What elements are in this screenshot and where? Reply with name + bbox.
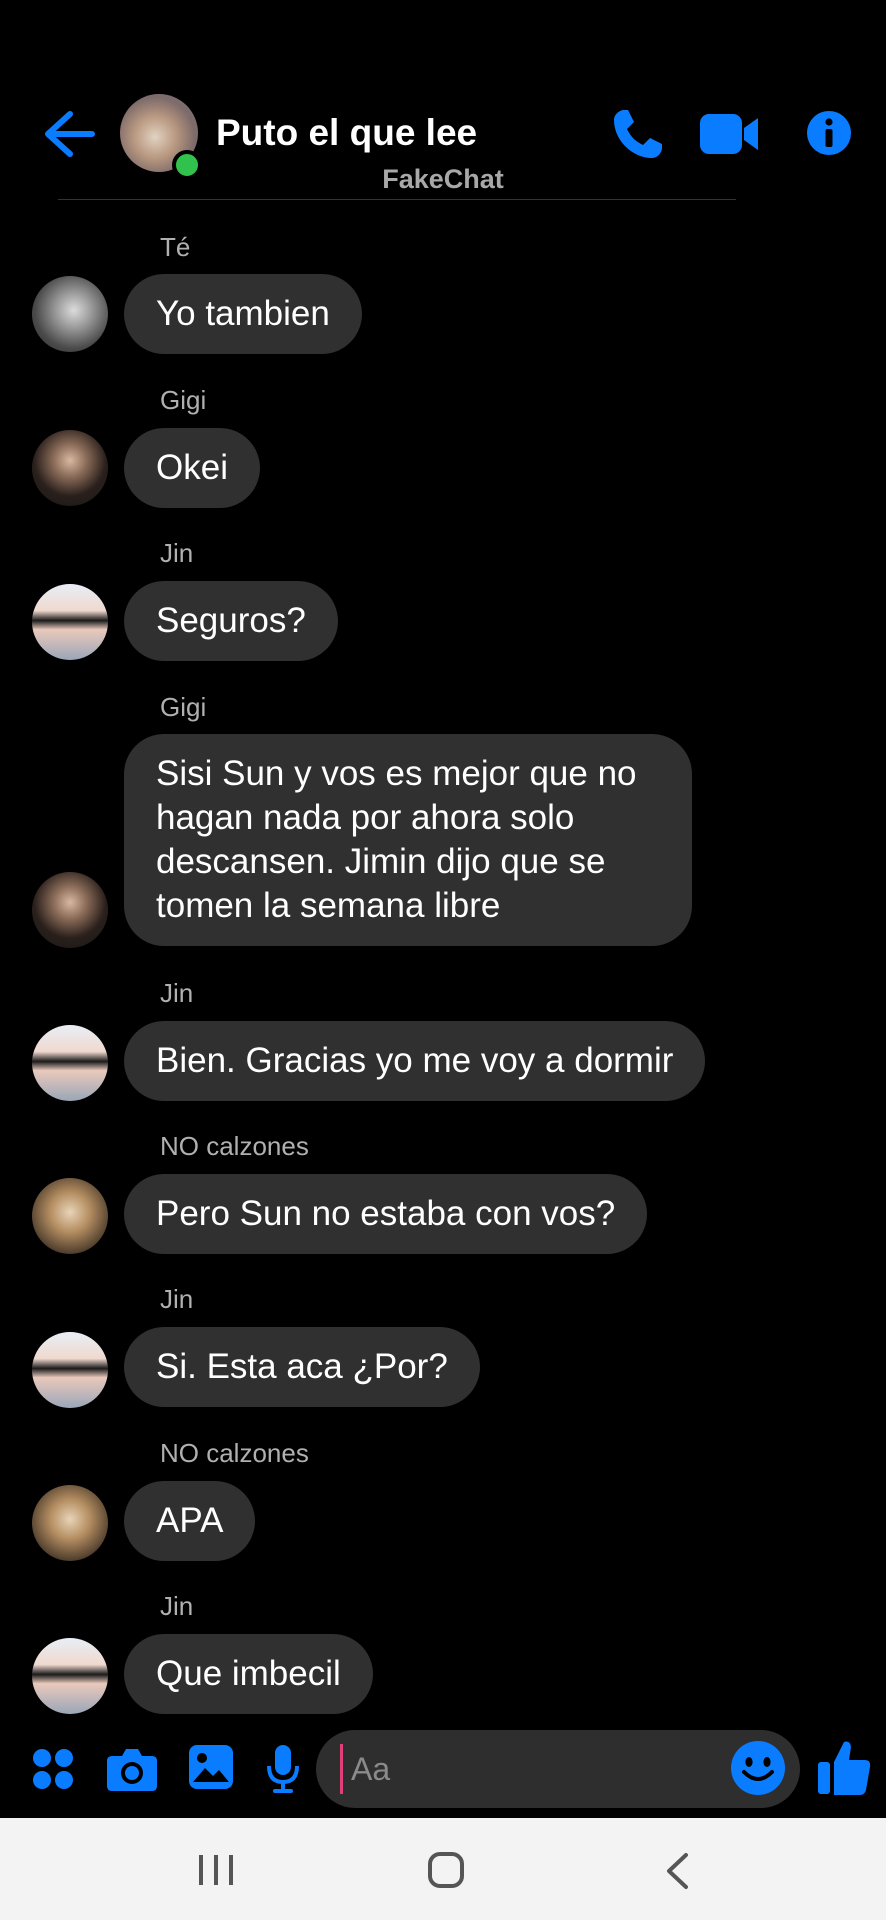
camera-icon[interactable] xyxy=(106,1746,158,1792)
gallery-icon[interactable] xyxy=(188,1744,234,1790)
recents-icon[interactable] xyxy=(196,1854,236,1886)
nav-back-icon[interactable] xyxy=(664,1852,690,1890)
sender-name: NO calzones xyxy=(160,1131,309,1161)
avatar[interactable] xyxy=(32,1638,108,1714)
microphone-icon[interactable] xyxy=(266,1744,300,1794)
apps-grid-icon[interactable] xyxy=(32,1748,74,1790)
back-arrow-icon[interactable] xyxy=(40,108,96,160)
message-bubble[interactable]: Sisi Sun y vos es mejor que no hagan nad… xyxy=(124,734,692,946)
sender-name: NO calzones xyxy=(160,1438,309,1468)
sender-name: Jin xyxy=(160,1284,194,1314)
system-nav-bar xyxy=(0,1818,886,1920)
chat-header: Puto el que lee FakeChat xyxy=(0,0,886,200)
message-bubble[interactable]: Okei xyxy=(124,428,260,508)
avatar[interactable] xyxy=(32,1025,108,1101)
phone-icon[interactable] xyxy=(610,106,666,162)
emoji-icon[interactable] xyxy=(730,1740,786,1796)
thumbs-up-icon[interactable] xyxy=(816,1738,872,1798)
home-icon[interactable] xyxy=(428,1852,464,1888)
avatar[interactable] xyxy=(32,872,108,948)
sender-name: Jin xyxy=(160,1591,194,1621)
avatar[interactable] xyxy=(32,276,108,352)
video-camera-icon[interactable] xyxy=(700,112,760,156)
message-bubble[interactable]: Seguros? xyxy=(124,581,338,661)
sender-name: Té xyxy=(160,232,191,262)
sender-name: Gigi xyxy=(160,385,207,415)
message-bubble[interactable]: Que imbecil xyxy=(124,1634,373,1714)
sender-name: Jin xyxy=(160,538,194,568)
message-bubble[interactable]: Si. Esta aca ¿Por? xyxy=(124,1327,480,1407)
message-bubble[interactable]: Bien. Gracias yo me voy a dormir xyxy=(124,1021,706,1101)
avatar[interactable] xyxy=(32,1485,108,1561)
message-bubble[interactable]: Yo tambien xyxy=(124,274,362,354)
message-composer xyxy=(316,1730,800,1808)
avatar[interactable] xyxy=(32,1332,108,1408)
message-bubble[interactable]: APA xyxy=(124,1481,256,1561)
message-bubble[interactable]: Pero Sun no estaba con vos? xyxy=(124,1174,648,1254)
info-icon[interactable] xyxy=(806,110,852,156)
header-divider xyxy=(58,199,736,200)
avatar[interactable] xyxy=(32,584,108,660)
sender-name: Gigi xyxy=(160,692,207,722)
avatar[interactable] xyxy=(32,430,108,506)
watermark-label: FakeChat xyxy=(382,164,504,194)
avatar[interactable] xyxy=(32,1178,108,1254)
sender-name: Jin xyxy=(160,978,194,1008)
conversation-title[interactable]: Puto el que lee xyxy=(216,112,477,154)
message-input[interactable] xyxy=(340,1744,731,1794)
